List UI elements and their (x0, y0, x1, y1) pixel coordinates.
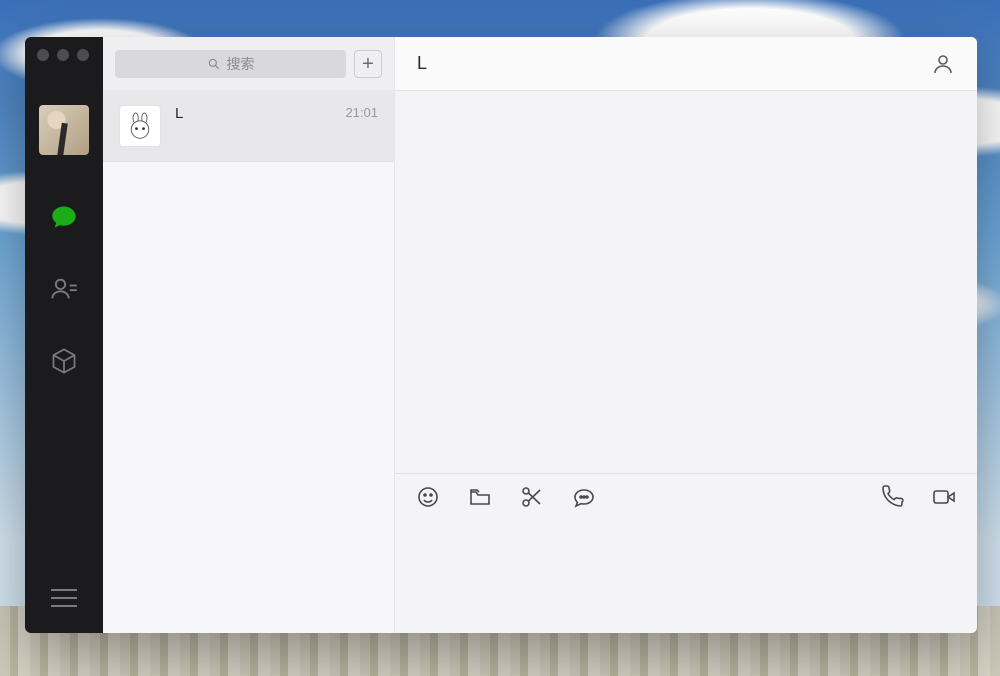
plus-icon: + (362, 54, 374, 74)
nav-chats[interactable] (48, 201, 80, 233)
sidebar-nav (48, 201, 80, 377)
person-icon[interactable] (931, 52, 955, 76)
chat-icon (50, 203, 78, 231)
video-icon (932, 485, 956, 509)
phone-icon (880, 485, 904, 509)
emoji-button[interactable] (415, 484, 441, 510)
message-area[interactable] (395, 91, 977, 473)
traffic-zoom[interactable] (77, 49, 89, 61)
message-input[interactable] (395, 520, 977, 633)
bunny-icon (126, 112, 154, 140)
folder-icon (468, 485, 492, 509)
nav-box[interactable] (48, 345, 80, 377)
video-call-button[interactable] (931, 484, 957, 510)
conversation-item[interactable]: L 21:01 (103, 91, 394, 162)
search-input[interactable]: 搜索 (115, 50, 346, 78)
add-button[interactable]: + (354, 50, 382, 78)
conversation-avatar (119, 105, 161, 147)
chat-title: L (417, 53, 427, 74)
search-placeholder: 搜索 (227, 54, 255, 74)
contacts-icon (50, 275, 78, 303)
user-avatar[interactable] (39, 105, 89, 155)
search-bar: 搜索 + (103, 37, 394, 91)
voice-call-button[interactable] (879, 484, 905, 510)
conversation-meta: L 21:01 (175, 105, 378, 122)
input-toolbar (395, 474, 977, 520)
chat-bubble-icon (572, 485, 596, 509)
nav-contacts[interactable] (48, 273, 80, 305)
menu-button[interactable] (51, 583, 77, 613)
search-icon (207, 57, 221, 71)
scissors-icon (520, 485, 544, 509)
folder-button[interactable] (467, 484, 493, 510)
sidebar (25, 37, 103, 633)
emoji-icon (416, 485, 440, 509)
conversation-time: 21:01 (345, 105, 378, 122)
window-controls (25, 37, 89, 77)
conversation-name: L (175, 105, 183, 122)
conversation-list: 搜索 + L 21:01 (103, 37, 395, 633)
chat-header: L (395, 37, 977, 91)
chat-panel: L (395, 37, 977, 633)
traffic-close[interactable] (37, 49, 49, 61)
traffic-minimize[interactable] (57, 49, 69, 61)
app-window: 搜索 + L 21:01 L (25, 37, 977, 633)
input-panel (395, 473, 977, 633)
cube-icon (50, 347, 78, 375)
screenshot-button[interactable] (519, 484, 545, 510)
more-button[interactable] (571, 484, 597, 510)
